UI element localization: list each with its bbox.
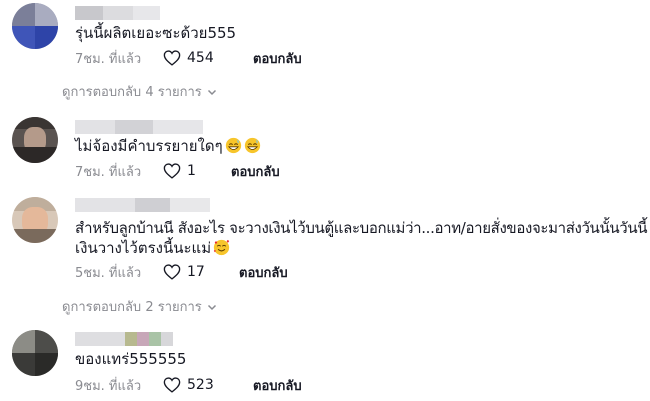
grinning-sweat-emoji xyxy=(225,137,241,154)
avatar[interactable] xyxy=(12,3,58,49)
comment-item: ไม่จ้องมีคำบรรยายใดๆ 7ชม. ที่แล้ว 1 ตอบก… xyxy=(0,110,650,190)
comment-text-line1: สำหรับลูกบ้านนี สังอะไร จะวางเงินไว้บนตู… xyxy=(75,219,648,237)
like-count: 1 xyxy=(187,163,196,179)
heart-icon xyxy=(163,377,181,393)
avatar[interactable] xyxy=(12,197,58,243)
comment-item: รุ่นนี้ผลิตเยอะซะด้วย555 7ชม. ที่แล้ว 45… xyxy=(0,0,650,110)
comment-meta: 7ชม. ที่แล้ว 1 ตอบกลับ xyxy=(75,161,375,181)
like-count: 523 xyxy=(187,377,214,393)
reply-button[interactable]: ตอบกลับ xyxy=(253,48,302,69)
comment-text: ไม่จ้องมีคำบรรยายใดๆ xyxy=(75,135,261,157)
reply-button[interactable]: ตอบกลับ xyxy=(231,161,280,182)
comment-meta: 7ชม. ที่แล้ว 454 ตอบกลับ xyxy=(75,48,375,68)
heart-icon xyxy=(163,50,181,66)
reply-button[interactable]: ตอบกลับ xyxy=(253,375,302,396)
like-count: 17 xyxy=(187,264,205,280)
reply-button[interactable]: ตอบกลับ xyxy=(239,262,288,283)
view-replies-label: ดูการตอบกลับ 4 รายการ xyxy=(62,85,202,100)
like-button[interactable]: 454 xyxy=(163,50,231,66)
chevron-down-icon xyxy=(207,89,216,95)
username-blurred[interactable] xyxy=(75,120,203,134)
comment-time: 7ชม. ที่แล้ว xyxy=(75,51,142,67)
username-blurred[interactable] xyxy=(75,198,210,212)
like-button[interactable]: 523 xyxy=(163,377,231,393)
avatar[interactable] xyxy=(12,330,58,376)
comment-time: 7ชม. ที่แล้ว xyxy=(75,164,142,180)
smiling-face-with-hearts-emoji xyxy=(213,239,230,256)
heart-icon xyxy=(163,264,181,280)
comment-meta: 5ชม. ที่แล้ว 17 ตอบกลับ xyxy=(75,262,375,282)
avatar[interactable] xyxy=(12,117,58,163)
view-replies-label: ดูการตอบกลับ 2 รายการ xyxy=(62,300,202,315)
comment-meta: 9ชม. ที่แล้ว 523 ตอบกลับ xyxy=(75,375,375,395)
like-button[interactable]: 17 xyxy=(163,264,217,280)
username-blurred[interactable] xyxy=(75,6,160,20)
comment-text-content: เงินวางไว้ตรงนี้นะแม่ xyxy=(75,239,212,257)
comment-text-line2: เงินวางไว้ตรงนี้นะแม่ xyxy=(75,237,230,259)
comment-text-content: ไม่จ้องมีคำบรรยายใดๆ xyxy=(75,137,223,155)
comment-item: สำหรับลูกบ้านนี สังอะไร จะวางเงินไว้บนตู… xyxy=(0,190,650,315)
comment-item: ของแทร่555555 9ชม. ที่แล้ว 523 ตอบกลับ xyxy=(0,318,650,401)
view-replies-button[interactable]: ดูการตอบกลับ 2 รายการ xyxy=(62,296,218,317)
grinning-sweat-emoji xyxy=(244,137,260,154)
heart-icon xyxy=(163,163,181,179)
comment-text: รุ่นนี้ผลิตเยอะซะด้วย555 xyxy=(75,24,237,42)
comment-time: 9ชม. ที่แล้ว xyxy=(75,378,142,394)
view-replies-button[interactable]: ดูการตอบกลับ 4 รายการ xyxy=(62,81,218,102)
like-button[interactable]: 1 xyxy=(163,163,209,179)
username-blurred[interactable] xyxy=(75,332,173,346)
comment-time: 5ชม. ที่แล้ว xyxy=(75,265,142,281)
chevron-down-icon xyxy=(207,304,216,310)
comment-text: ของแทร่555555 xyxy=(75,350,187,368)
like-count: 454 xyxy=(187,50,214,66)
